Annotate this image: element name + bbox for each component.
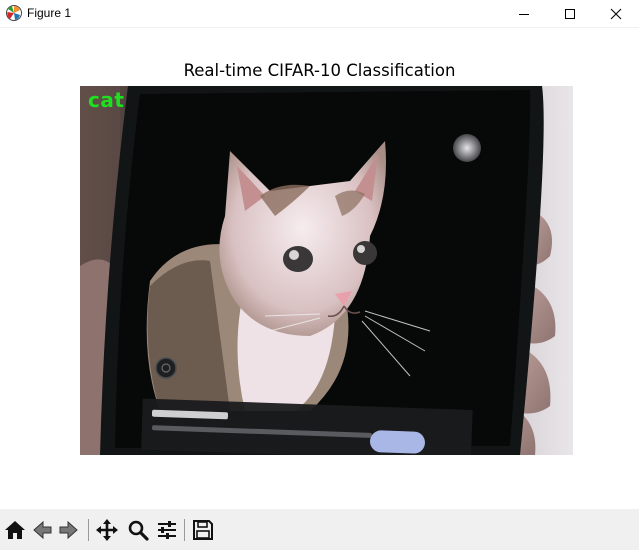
save-icon [193,520,213,540]
webcam-frame: cat [80,86,573,455]
zoom-button[interactable] [125,517,151,543]
figure-canvas: Real-time CIFAR-10 Classification cat [0,28,639,508]
matplotlib-app-icon [6,5,22,21]
save-button[interactable] [190,517,216,543]
webcam-image [80,86,573,455]
forward-arrow-icon [59,520,78,540]
forward-button[interactable] [56,517,82,543]
home-icon [5,521,25,539]
configure-subplots-button[interactable] [154,517,180,543]
back-button[interactable] [29,517,55,543]
maximize-icon [565,8,575,19]
back-arrow-icon [33,520,52,540]
window-title: Figure 1 [27,6,72,20]
zoom-icon [128,520,149,541]
close-icon [610,8,622,19]
prediction-label: cat [88,88,125,112]
window-titlebar: Figure 1 [0,0,639,28]
minimize-icon [519,13,529,15]
plot-title: Real-time CIFAR-10 Classification [183,61,456,80]
maximize-button[interactable] [547,0,593,27]
pan-button[interactable] [94,517,120,543]
close-button[interactable] [593,0,639,27]
configure-subplots-icon [158,521,176,539]
toolbar-separator [88,519,89,541]
pan-icon [96,519,118,541]
toolbar-separator [184,519,185,541]
navigation-toolbar [0,509,639,550]
minimize-button[interactable] [501,0,547,27]
home-button[interactable] [2,517,28,543]
